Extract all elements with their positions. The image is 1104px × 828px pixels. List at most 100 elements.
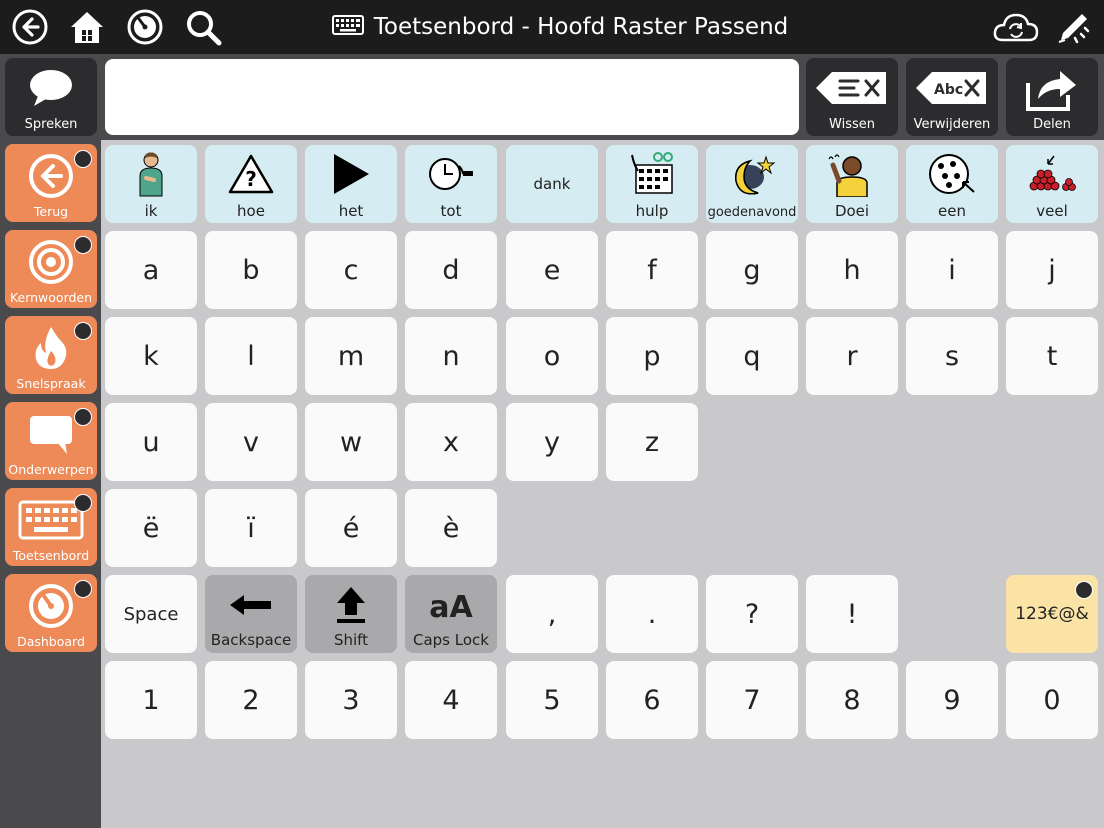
key-label: , [547,598,557,630]
back-icon[interactable] [10,7,50,47]
key-w[interactable]: w [305,403,397,481]
word-cell-hoe[interactable]: ? hoe [205,145,297,223]
key-4[interactable]: 4 [405,661,497,739]
key-p[interactable]: p [606,317,698,395]
key-question[interactable]: ? [706,575,798,653]
dashboard-icon[interactable] [125,7,165,47]
word-cell-doei[interactable]: Doei [806,145,898,223]
moon-star-icon [728,155,776,203]
key-label: 2 [242,684,260,716]
clock-until-icon [427,154,475,198]
key-h[interactable]: h [806,231,898,309]
word-cell-goedenavond[interactable]: goedenavond [706,145,798,223]
app-root: Toetsenbord - Hoofd Raster Passend Sprek… [0,0,1104,828]
sidebar-item-onderwerpen[interactable]: Onderwerpen [5,402,97,480]
key-label: e [543,254,561,286]
help-board-icon [628,151,676,201]
key-t[interactable]: t [1006,317,1098,395]
key-2[interactable]: 2 [205,661,297,739]
sidebar-item-toetsenbord[interactable]: Toetsenbord [5,488,97,566]
key-g[interactable]: g [706,231,798,309]
key-comma[interactable]: , [506,575,598,653]
key-f[interactable]: f [606,231,698,309]
capslock-key[interactable]: aA Caps Lock [405,575,497,653]
symbols-key[interactable]: 123€@& [1006,575,1098,653]
key-label: o [543,340,561,372]
key-label: 5 [543,684,561,716]
key-5[interactable]: 5 [506,661,598,739]
speech-bubble-icon [28,68,74,112]
backspace-key[interactable]: Backspace [205,575,297,653]
home-icon[interactable] [67,7,107,47]
key-k[interactable]: k [105,317,197,395]
sync-icon[interactable] [992,7,1040,47]
key-n[interactable]: n [405,317,497,395]
key-r[interactable]: r [806,317,898,395]
word-cell-tot[interactable]: tot [405,145,497,223]
key-8[interactable]: 8 [806,661,898,739]
clear-text-icon [814,69,890,111]
flame-icon [31,325,71,375]
key-c[interactable]: c [305,231,397,309]
word-cell-het[interactable]: het [305,145,397,223]
key-period[interactable]: . [606,575,698,653]
key-e-diaeresis[interactable]: ë [105,489,197,567]
key-exclamation[interactable]: ! [806,575,898,653]
key-label: q [743,340,761,372]
space-key[interactable]: Space [105,575,197,653]
sidebar-item-snelspraak[interactable]: Snelspraak [5,316,97,394]
key-1[interactable]: 1 [105,661,197,739]
key-a[interactable]: a [105,231,197,309]
key-v[interactable]: v [205,403,297,481]
key-x[interactable]: x [405,403,497,481]
sidebar-item-dashboard[interactable]: Dashboard [5,574,97,652]
sidebar-item-label: Onderwerpen [8,462,94,477]
word-cell-hulp[interactable]: hulp [606,145,698,223]
key-label: n [442,340,460,372]
search-icon[interactable] [183,7,223,47]
key-d[interactable]: d [405,231,497,309]
word-cell-een[interactable]: een [906,145,998,223]
word-cell-dank[interactable]: dank [506,145,598,223]
key-z[interactable]: z [606,403,698,481]
word-cell-ik[interactable]: ik [105,145,197,223]
sidebar: Terug Kernwoorden Snelspraak Onderwerpen [0,140,101,828]
key-y[interactable]: y [506,403,598,481]
speak-button[interactable]: Spreken [5,58,97,136]
key-0[interactable]: 0 [1006,661,1098,739]
key-e-grave[interactable]: è [405,489,497,567]
key-i-diaeresis[interactable]: ï [205,489,297,567]
svg-text:Abc: Abc [934,82,963,98]
key-q[interactable]: q [706,317,798,395]
play-triangle-icon [331,152,371,200]
share-button[interactable]: Delen [1006,58,1098,136]
key-b[interactable]: b [205,231,297,309]
key-label: 3 [342,684,360,716]
key-s[interactable]: s [906,317,998,395]
sidebar-item-kernwoorden[interactable]: Kernwoorden [5,230,97,308]
key-j[interactable]: j [1006,231,1098,309]
key-l[interactable]: l [205,317,297,395]
key-9[interactable]: 9 [906,661,998,739]
key-label: f [647,254,657,286]
sidebar-item-terug[interactable]: Terug [5,144,97,222]
edit-icon[interactable] [1054,7,1094,47]
word-cell-veel[interactable]: veel [1006,145,1098,223]
key-e-acute[interactable]: é [305,489,397,567]
key-7[interactable]: 7 [706,661,798,739]
key-o[interactable]: o [506,317,598,395]
key-6[interactable]: 6 [606,661,698,739]
key-m[interactable]: m [305,317,397,395]
clear-button[interactable]: Wissen [806,58,898,136]
symbols-label: 123€@& [1015,604,1089,624]
key-u[interactable]: u [105,403,197,481]
key-i[interactable]: i [906,231,998,309]
delete-word-button[interactable]: Abc Verwijderen [906,58,998,136]
key-e[interactable]: e [506,231,598,309]
message-bar[interactable] [105,59,799,135]
key-label: z [644,426,660,458]
key-3[interactable]: 3 [305,661,397,739]
navigate-arrow-icon [74,236,92,254]
key-label: 9 [943,684,961,716]
shift-key[interactable]: Shift [305,575,397,653]
